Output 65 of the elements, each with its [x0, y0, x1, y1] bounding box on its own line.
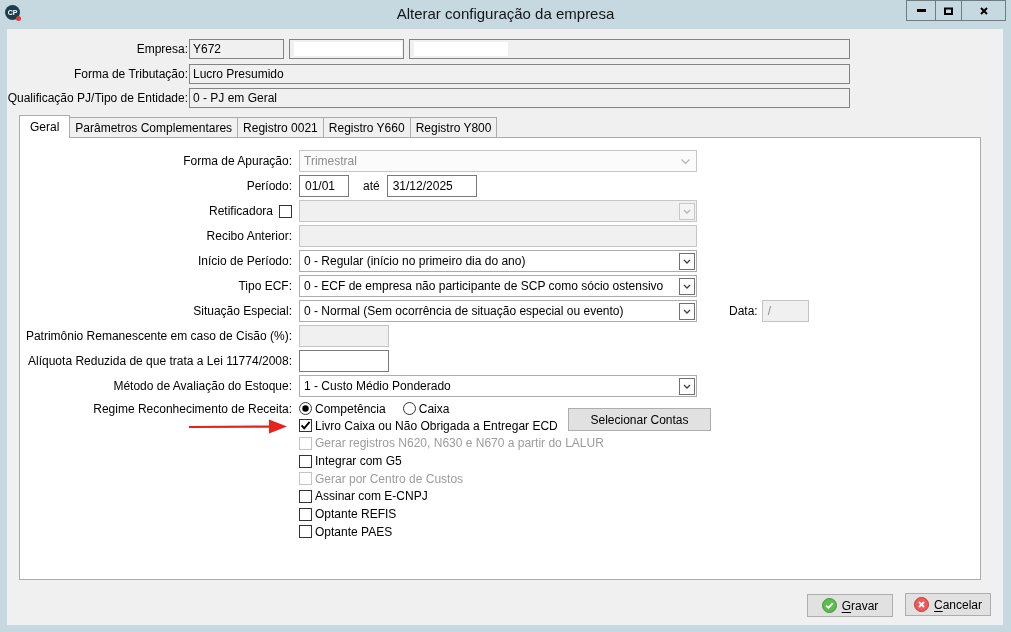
cancel-button[interactable]: Cancelar	[905, 593, 991, 616]
tab[interactable]: Registro Y800	[409, 117, 498, 137]
chevron-down-icon	[679, 302, 695, 320]
close-circle-icon	[914, 597, 929, 612]
field-label: Forma de Tributação:	[73, 65, 188, 83]
field-label: Tipo ECF:	[238, 278, 292, 295]
checkbox[interactable]	[299, 507, 312, 521]
chevron-down-icon	[679, 202, 695, 220]
tab[interactable]: Registro Y660	[322, 117, 411, 137]
readonly-field: Lucro Presumido	[189, 63, 850, 84]
field-label: Início de Período:	[197, 253, 292, 270]
radio-label: Competência	[315, 400, 386, 418]
checkbox-label: Integrar com G5	[315, 453, 402, 471]
maximize-button[interactable]	[935, 0, 962, 21]
save-button[interactable]: Gravar	[807, 594, 893, 617]
chevron-down-icon	[679, 252, 695, 270]
dropdown[interactable]: 0 - Regular (início no primeiro dia do ano)	[299, 250, 697, 272]
close-button[interactable]	[961, 0, 1006, 21]
dropdown[interactable]: 0 - Normal (Sem ocorrência de situação especial ou evento)	[299, 300, 697, 322]
field-label: Empresa:	[136, 41, 188, 58]
checkbox-label: Livro Caixa ou Não Obrigada a Entregar ECD	[315, 417, 558, 435]
chevron-down-icon	[679, 377, 695, 395]
input-field[interactable]	[299, 350, 389, 372]
field-label: Recibo Anterior:	[206, 228, 292, 245]
maximize-icon	[944, 6, 953, 15]
checkbox[interactable]	[299, 525, 312, 539]
checkbox[interactable]	[299, 489, 312, 503]
field-label: Forma de Apuração:	[183, 153, 292, 170]
field-label: Situação Especial:	[193, 303, 292, 320]
checkbox-label: Gerar registros N620, N630 e N670 a partir do LALUR	[315, 435, 604, 453]
field-label: Período:	[246, 178, 292, 195]
dropdown[interactable]: 0 - ECF de empresa não participante de SCP como sócio ostensivo	[299, 275, 697, 297]
checkbox[interactable]	[299, 454, 312, 468]
tab[interactable]: Geral	[19, 115, 71, 138]
readonly-field: 0 - PJ em Geral	[189, 88, 850, 108]
field-label: Alíquota Reduzida de que trata a Lei 11774/2008:	[28, 353, 292, 370]
checkbox-label: Optante REFIS	[315, 506, 397, 524]
input-field[interactable]: 01/01	[299, 175, 349, 197]
field-label: Patrimônio Remanescente em caso de Cisão (%):	[25, 328, 292, 345]
tab[interactable]: Parâmetros Complementares	[69, 117, 239, 137]
checkbox[interactable]	[299, 419, 312, 433]
check-circle-icon	[821, 598, 837, 613]
select-accounts-button[interactable]: Selecionar Contas	[568, 408, 711, 431]
field-label: Qualificação PJ/Tipo de Entidade:	[7, 90, 188, 107]
field-label: Regime Reconhecimento de Receita:	[93, 400, 292, 418]
chevron-down-icon	[679, 277, 695, 295]
checkbox-label: Retificadora	[208, 203, 273, 220]
radio-button[interactable]	[299, 402, 312, 415]
radio-button[interactable]	[402, 402, 416, 415]
dropdown[interactable]: 1 - Custo Médio Ponderado	[299, 375, 697, 397]
window-title: Alterar configuração da empresa	[396, 4, 615, 25]
range-label: até	[363, 178, 380, 195]
readonly-field: Y672	[189, 39, 284, 59]
checkbox-label: Assinar com E-CNPJ	[315, 488, 428, 506]
field-label: Método de Avaliação do Estoque:	[113, 378, 292, 395]
checkbox-label: Optante PAES	[315, 523, 393, 541]
field-label: Data:	[729, 303, 758, 320]
input-field[interactable]: 31/12/2025	[386, 175, 477, 197]
close-icon	[979, 6, 988, 15]
chevron-down-icon	[681, 158, 690, 164]
radio-label: Caixa	[418, 400, 450, 418]
tab[interactable]: Registro 0021	[237, 117, 324, 137]
minimize-button[interactable]	[906, 0, 936, 21]
checkbox-label: Gerar por Centro de Custos	[315, 470, 464, 488]
minimize-icon	[916, 9, 926, 12]
